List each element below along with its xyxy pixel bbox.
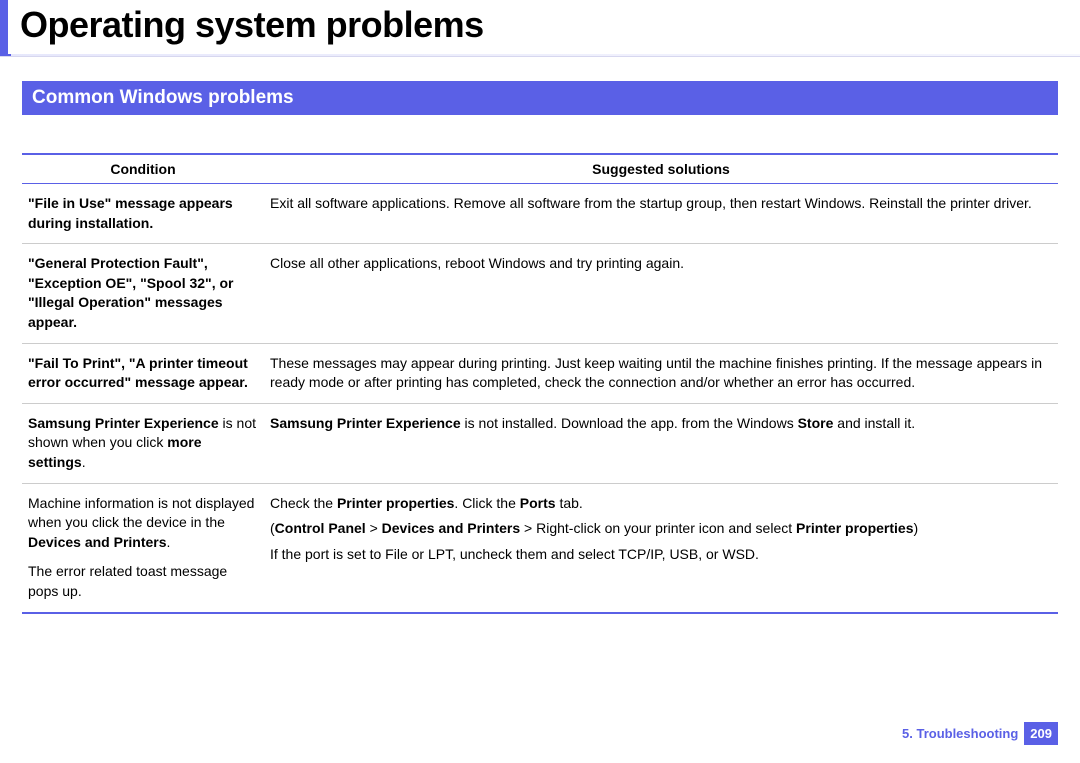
- text: is not installed. Download the app. from…: [461, 415, 798, 431]
- page-title: Operating system problems: [8, 0, 484, 54]
- table-row: "General Protection Fault", "Exception O…: [22, 244, 1058, 343]
- troubleshoot-table: Condition Suggested solutions "File in U…: [22, 153, 1058, 614]
- text-bold: Devices and Printers: [28, 534, 167, 550]
- cell-solution: Check the Printer properties. Click the …: [264, 483, 1058, 612]
- text-bold: Store: [798, 415, 834, 431]
- title-accent-bar: [0, 0, 8, 54]
- cell-condition: "General Protection Fault", "Exception O…: [22, 244, 264, 343]
- text: Check the: [270, 495, 337, 511]
- text: .: [82, 454, 86, 470]
- condition-text: "Fail To Print", "A printer timeout erro…: [28, 355, 248, 391]
- page-number: 209: [1024, 722, 1058, 745]
- cell-condition: "Fail To Print", "A printer timeout erro…: [22, 343, 264, 403]
- text: If the port is set to File or LPT, unche…: [270, 545, 1052, 565]
- text: ): [914, 520, 919, 536]
- text: The error related toast message pops up.: [28, 562, 258, 601]
- cell-solution: Samsung Printer Experience is not instal…: [264, 403, 1058, 483]
- header-condition: Condition: [22, 154, 264, 184]
- text-bold: Samsung Printer Experience: [270, 415, 461, 431]
- condition-text: "File in Use" message appears during ins…: [28, 195, 233, 231]
- table-header-row: Condition Suggested solutions: [22, 154, 1058, 184]
- cell-condition: Machine information is not displayed whe…: [22, 483, 264, 612]
- text: tab.: [556, 495, 583, 511]
- text: .: [167, 534, 171, 550]
- text: >: [366, 520, 382, 536]
- section-header: Common Windows problems: [22, 81, 1058, 115]
- cell-solution: Exit all software applications. Remove a…: [264, 184, 1058, 244]
- title-block: Operating system problems: [0, 0, 1080, 54]
- cell-condition: "File in Use" message appears during ins…: [22, 184, 264, 244]
- condition-text: "General Protection Fault", "Exception O…: [28, 255, 233, 330]
- text: > Right-click on your printer icon and s…: [520, 520, 796, 536]
- table-row: "Fail To Print", "A printer timeout erro…: [22, 343, 1058, 403]
- text: and install it.: [833, 415, 915, 431]
- text-bold: Printer properties: [796, 520, 913, 536]
- table-row: "File in Use" message appears during ins…: [22, 184, 1058, 244]
- text-bold: Printer properties: [337, 495, 454, 511]
- cell-solution: Close all other applications, reboot Win…: [264, 244, 1058, 343]
- table-row: Samsung Printer Experience is not shown …: [22, 403, 1058, 483]
- text-bold: Ports: [520, 495, 556, 511]
- text-bold: Control Panel: [275, 520, 366, 536]
- text: Machine information is not displayed whe…: [28, 495, 254, 531]
- text-bold: Samsung Printer Experience: [28, 415, 219, 431]
- footer: 5. Troubleshooting 209: [902, 722, 1058, 745]
- cell-solution: These messages may appear during printin…: [264, 343, 1058, 403]
- footer-chapter: 5. Troubleshooting: [902, 726, 1018, 741]
- table-row: Machine information is not displayed whe…: [22, 483, 1058, 612]
- header-solutions: Suggested solutions: [264, 154, 1058, 184]
- text: . Click the: [454, 495, 519, 511]
- text-bold: Devices and Printers: [382, 520, 521, 536]
- content-area: Common Windows problems Condition Sugges…: [0, 81, 1080, 614]
- title-underline: [0, 54, 1080, 57]
- cell-condition: Samsung Printer Experience is not shown …: [22, 403, 264, 483]
